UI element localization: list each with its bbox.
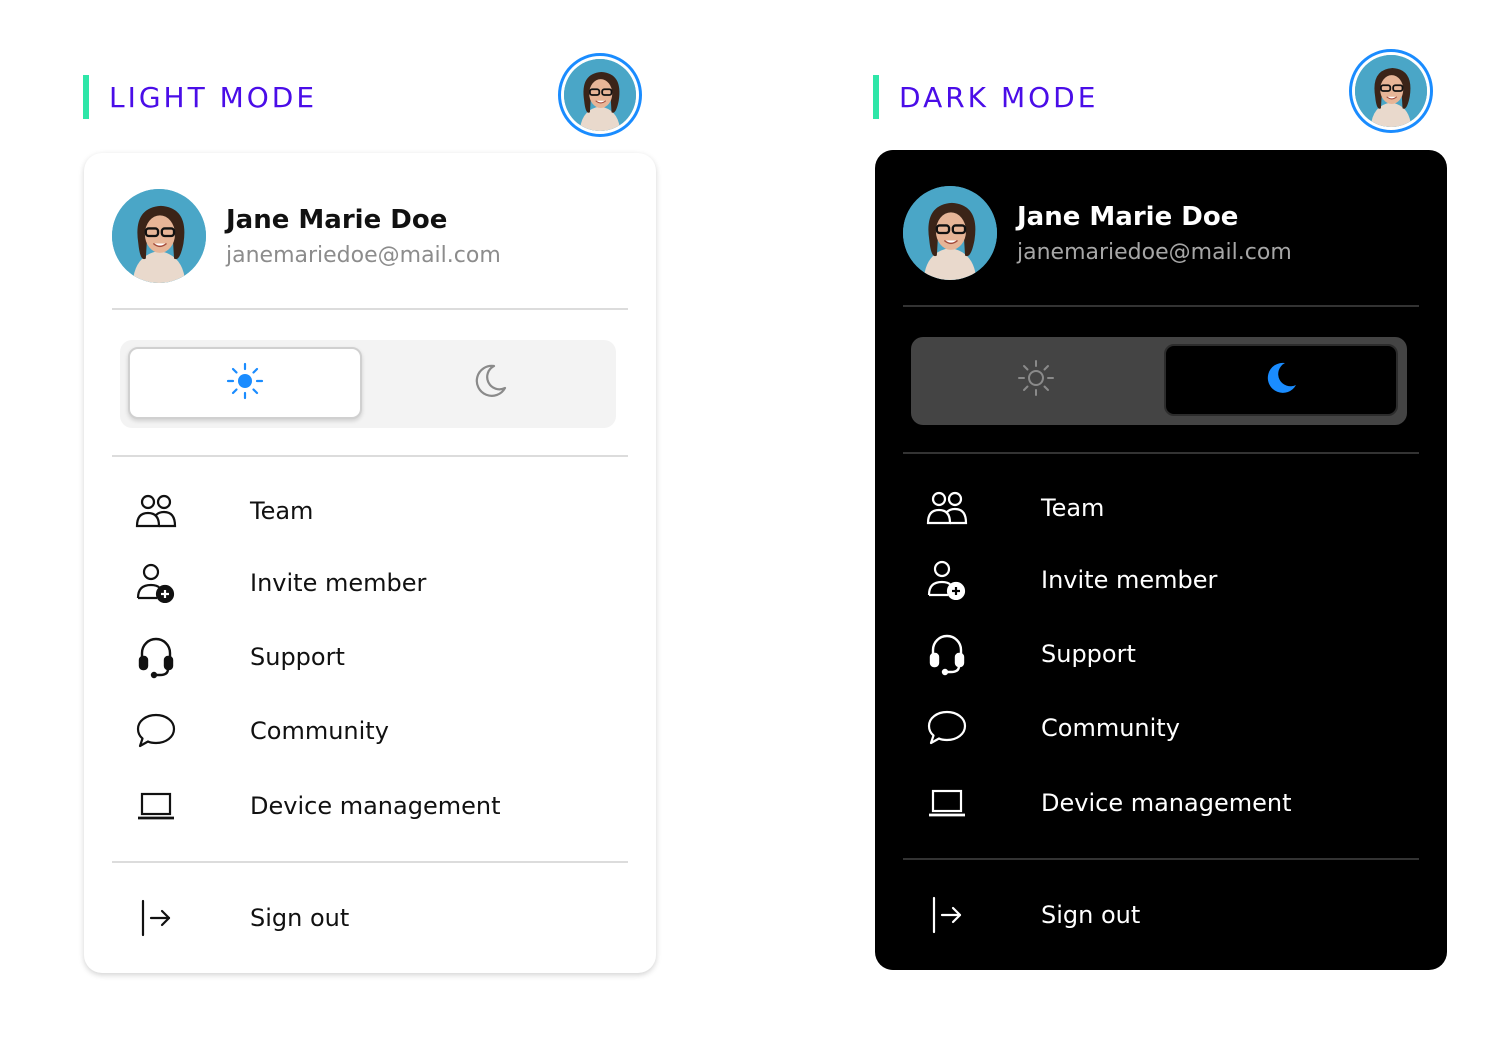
avatar	[1355, 55, 1427, 127]
moon-icon	[470, 361, 510, 405]
theme-toggle	[911, 337, 1407, 425]
menu-item-label: Device management	[250, 792, 501, 820]
menu-item-team[interactable]: Team	[112, 481, 628, 541]
sign-out-icon	[112, 898, 200, 938]
menu-item-device-management[interactable]: Device management	[903, 773, 1419, 833]
menu-item-community[interactable]: Community	[903, 698, 1419, 758]
moon-icon	[1261, 358, 1301, 402]
menu-item-team[interactable]: Team	[903, 478, 1419, 538]
light-mode-title: LIGHT MODE	[109, 80, 318, 114]
chat-bubble-icon	[112, 711, 200, 751]
laptop-icon	[112, 789, 200, 823]
menu-item-label: Support	[250, 643, 345, 671]
user-name: Jane Marie Doe	[1017, 201, 1239, 232]
divider	[112, 455, 628, 457]
light-theme-button[interactable]	[128, 347, 362, 419]
sign-out-icon	[903, 895, 991, 935]
sign-out-label: Sign out	[1041, 901, 1141, 929]
divider	[903, 452, 1419, 454]
menu-item-label: Community	[250, 717, 389, 745]
menu-item-label: Team	[250, 497, 314, 525]
menu-item-support[interactable]: Support	[112, 627, 628, 687]
avatar	[112, 189, 206, 283]
user-profile: Jane Marie Doe janemariedoe@mail.com	[112, 189, 501, 283]
dark-theme-button[interactable]	[373, 347, 607, 419]
dark-theme-button[interactable]	[1164, 344, 1398, 416]
avatar	[903, 186, 997, 280]
sun-icon	[225, 361, 265, 405]
light-header-avatar-button[interactable]	[558, 53, 642, 137]
heading-accent-bar	[873, 75, 879, 119]
divider	[903, 858, 1419, 860]
avatar	[564, 59, 636, 131]
menu-item-invite-member[interactable]: Invite member	[903, 550, 1419, 610]
chat-bubble-icon	[903, 708, 991, 748]
menu-item-community[interactable]: Community	[112, 701, 628, 761]
user-email: janemariedoe@mail.com	[226, 242, 501, 268]
headset-icon	[903, 632, 991, 676]
sign-out-button[interactable]: Sign out	[112, 888, 628, 948]
light-mode-heading: LIGHT MODE	[83, 75, 317, 119]
dark-header-avatar-button[interactable]	[1349, 49, 1433, 133]
heading-accent-bar	[83, 75, 89, 119]
menu-item-label: Device management	[1041, 789, 1292, 817]
dark-user-menu-panel: Jane Marie Doe janemariedoe@mail.com Tea…	[875, 150, 1447, 970]
menu-item-label: Support	[1041, 640, 1136, 668]
headset-icon	[112, 635, 200, 679]
user-profile: Jane Marie Doe janemariedoe@mail.com	[903, 186, 1292, 280]
team-icon	[112, 493, 200, 529]
menu-item-invite-member[interactable]: Invite member	[112, 553, 628, 613]
menu-item-device-management[interactable]: Device management	[112, 776, 628, 836]
light-user-menu-panel: Jane Marie Doe janemariedoe@mail.com Tea…	[84, 153, 656, 973]
menu-item-label: Invite member	[1041, 566, 1218, 594]
user-email: janemariedoe@mail.com	[1017, 239, 1292, 265]
divider	[112, 861, 628, 863]
sun-icon	[1016, 358, 1056, 402]
menu-item-label: Team	[1041, 494, 1105, 522]
user-name: Jane Marie Doe	[226, 204, 448, 235]
menu-item-support[interactable]: Support	[903, 624, 1419, 684]
dark-mode-heading: DARK MODE	[873, 75, 1098, 119]
dark-mode-title: DARK MODE	[899, 80, 1099, 114]
divider	[903, 305, 1419, 307]
invite-member-icon	[112, 563, 200, 603]
sign-out-label: Sign out	[250, 904, 350, 932]
sign-out-button[interactable]: Sign out	[903, 885, 1419, 945]
theme-toggle	[120, 340, 616, 428]
light-theme-button[interactable]	[919, 344, 1153, 416]
menu-item-label: Invite member	[250, 569, 427, 597]
menu-item-label: Community	[1041, 714, 1180, 742]
divider	[112, 308, 628, 310]
laptop-icon	[903, 786, 991, 820]
invite-member-icon	[903, 560, 991, 600]
team-icon	[903, 490, 991, 526]
